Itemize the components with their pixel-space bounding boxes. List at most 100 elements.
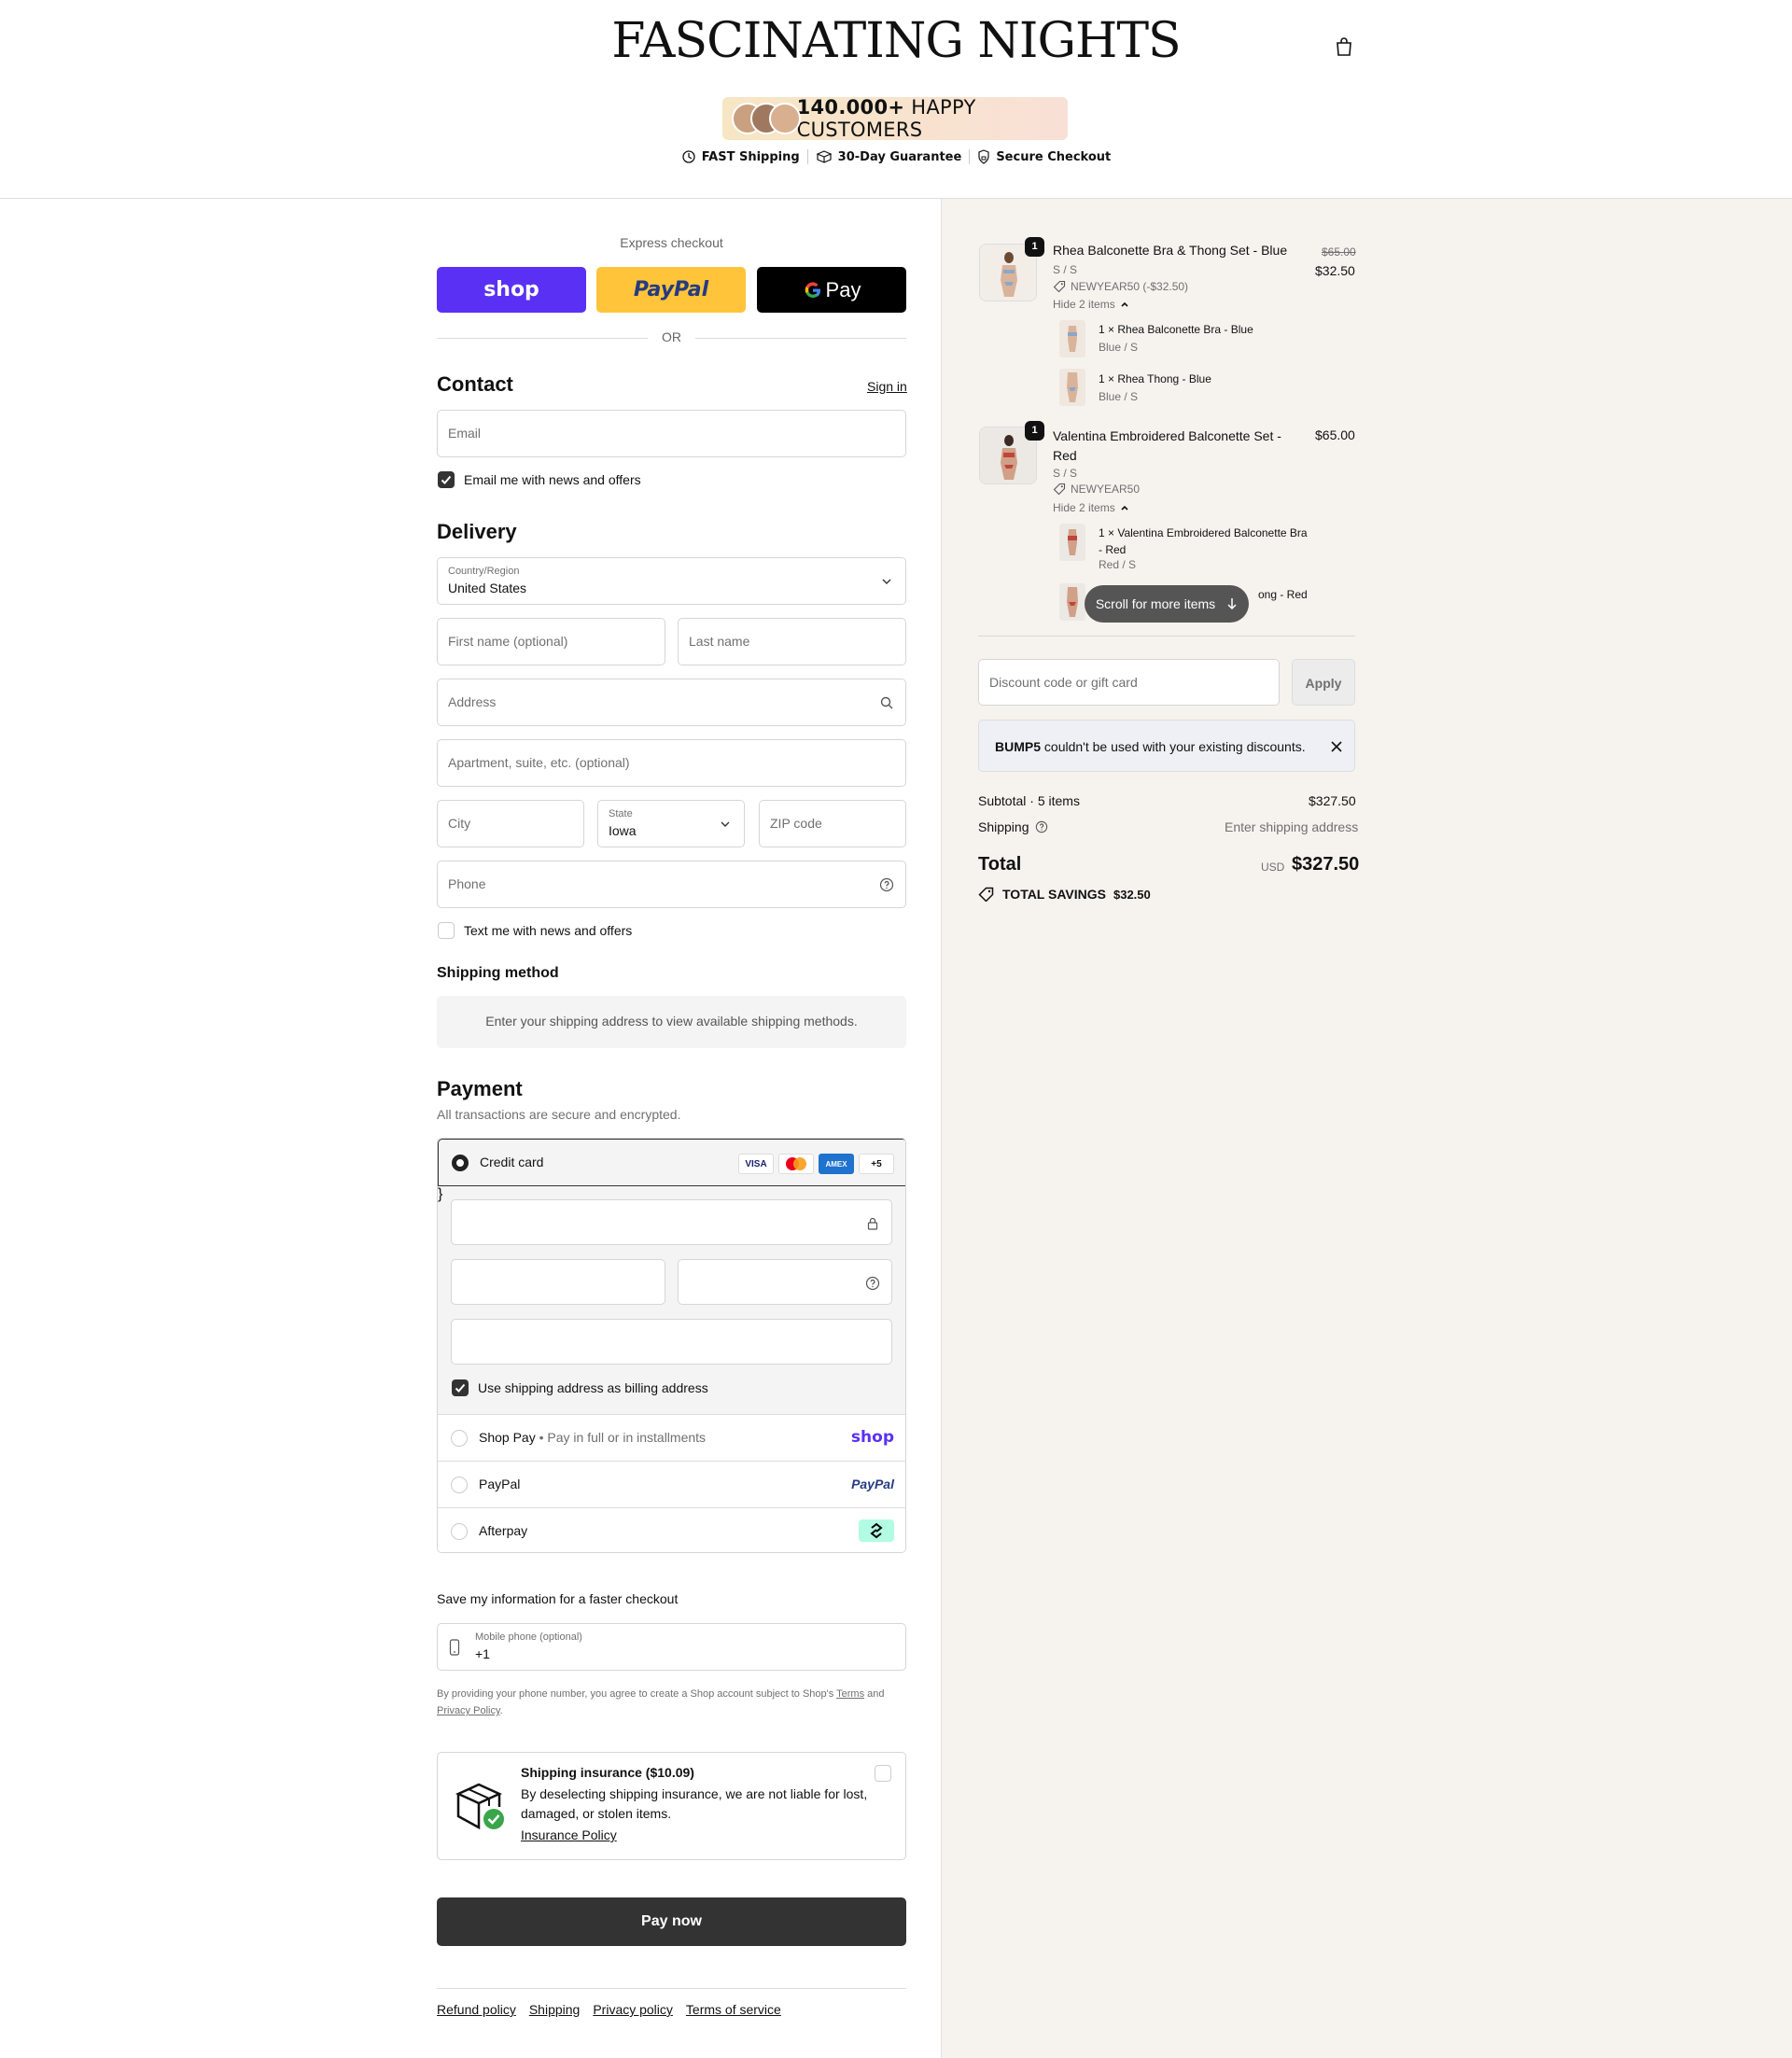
help-circle-icon[interactable] — [1035, 820, 1048, 833]
email-field[interactable]: Email — [437, 410, 906, 457]
customers-text: 140.000+ HAPPY CUSTOMERS — [796, 96, 976, 141]
sub-item-image — [1059, 524, 1085, 561]
shop-logo: shop — [483, 278, 539, 301]
tag-icon — [978, 887, 994, 902]
terms-of-service-link[interactable]: Terms of service — [686, 2002, 781, 2017]
google-g-icon — [805, 281, 820, 298]
credit-card-radio[interactable] — [452, 1155, 469, 1171]
billing-address-checkbox[interactable] — [452, 1379, 469, 1396]
apartment-field[interactable]: Apartment, suite, etc. (optional) — [437, 739, 906, 787]
checkmark-icon — [441, 475, 452, 484]
google-pay-button[interactable]: Pay — [757, 267, 906, 313]
paypal-radio[interactable] — [451, 1477, 468, 1493]
item-name: Valentina Embroidered Balconette Set - R… — [1053, 428, 1281, 463]
item-variant: S / S — [1053, 467, 1078, 480]
trust-secure: Secure Checkout — [970, 149, 1118, 164]
shop-privacy-link[interactable]: Privacy Policy — [437, 1705, 500, 1716]
last-name-field[interactable]: Last name — [678, 618, 906, 665]
paypal-option[interactable]: PayPal PayPal — [438, 1462, 905, 1508]
refund-policy-link[interactable]: Refund policy — [437, 2002, 516, 2017]
afterpay-option[interactable]: Afterpay — [438, 1508, 905, 1552]
mobile-phone-icon — [449, 1639, 460, 1656]
text-news-checkbox[interactable] — [438, 922, 455, 939]
item-name: Rhea Balconette Bra & Thong Set - Blue — [1053, 243, 1288, 258]
item-price: $32.50 — [1315, 263, 1355, 278]
afterpay-radio[interactable] — [451, 1523, 468, 1540]
more-cards-badge: +5 — [859, 1154, 894, 1174]
subtotal-label: Subtotal · 5 items — [978, 793, 1080, 808]
sub-item-name: 1 × Rhea Balconette Bra - Blue — [1099, 323, 1253, 336]
expiration-field[interactable] — [451, 1259, 665, 1305]
state-select[interactable]: State Iowa — [597, 800, 745, 847]
total-label: Total — [978, 854, 1022, 875]
shipping-label: Shipping — [978, 819, 1048, 834]
sub-item-image — [1059, 369, 1085, 406]
customer-avatars — [732, 101, 801, 136]
visa-icon: VISA — [738, 1154, 774, 1174]
arrow-down-icon — [1227, 598, 1237, 610]
shop-pay-radio[interactable] — [451, 1430, 468, 1447]
discount-code-field[interactable]: Discount code or gift card — [978, 659, 1280, 706]
lock-icon — [867, 1217, 878, 1230]
name-on-card-field[interactable] — [451, 1319, 892, 1365]
shop-terms-link[interactable]: Terms — [836, 1688, 864, 1700]
express-checkout-label: Express checkout — [620, 235, 723, 250]
first-name-field[interactable]: First name (optional) — [437, 618, 665, 665]
chevron-up-icon — [1121, 301, 1128, 307]
avatar — [769, 103, 801, 134]
sub-item-image — [1059, 583, 1085, 621]
scroll-more-button[interactable]: Scroll for more items — [1085, 585, 1249, 623]
sub-item-variant: Blue / S — [1099, 341, 1139, 354]
shop-pay-option[interactable]: Shop Pay • Pay in full or in installment… — [438, 1415, 905, 1462]
text-news-label: Text me with news and offers — [464, 923, 633, 938]
shop-pay-label: Shop Pay • Pay in full or in installment… — [479, 1430, 707, 1445]
shipping-method-message: Enter your shipping address to view avai… — [437, 996, 906, 1048]
city-field[interactable]: City — [437, 800, 584, 847]
shop-pay-button[interactable]: shop — [437, 267, 586, 313]
address-field[interactable]: Address — [437, 679, 906, 726]
original-price: $65.00 — [1322, 245, 1356, 259]
sign-in-link[interactable]: Sign in — [867, 379, 907, 394]
insurance-checkbox[interactable] — [875, 1765, 891, 1782]
afterpay-label: Afterpay — [479, 1523, 528, 1538]
apply-discount-button[interactable]: Apply — [1292, 659, 1355, 706]
credit-card-option[interactable]: Credit card VISA AMEX +5 — [438, 1139, 905, 1186]
email-news-checkbox[interactable] — [438, 471, 455, 488]
help-circle-icon[interactable] — [879, 877, 894, 892]
country-select[interactable]: Country/Region United States — [437, 557, 906, 605]
sub-item-name: 1 × Rhea Thong - Blue — [1099, 372, 1211, 385]
clock-icon — [682, 150, 695, 163]
item-price: $65.00 — [1315, 427, 1355, 442]
insurance-title: Shipping insurance ($10.09) — [521, 1765, 694, 1780]
or-label: OR — [662, 329, 681, 344]
card-number-field[interactable] — [451, 1199, 892, 1245]
hide-items-toggle[interactable]: Hide 2 items — [1053, 501, 1130, 514]
phone-field[interactable]: Phone — [437, 861, 906, 908]
privacy-policy-link[interactable]: Privacy policy — [593, 2002, 673, 2017]
chevron-down-icon — [721, 821, 730, 827]
search-icon — [880, 696, 893, 709]
footer-links: Refund policy Shipping Privacy policy Te… — [437, 1988, 906, 2017]
hide-items-toggle[interactable]: Hide 2 items — [1053, 298, 1130, 311]
mobile-phone-field[interactable]: Mobile phone (optional) +1 — [437, 1623, 906, 1671]
security-code-field[interactable] — [678, 1259, 892, 1305]
afterpay-arrows-icon — [870, 1522, 883, 1539]
discount-notice: BUMP5 couldn't be used with your existin… — [978, 720, 1355, 772]
shipping-method-title: Shipping method — [437, 965, 559, 981]
sub-item-image — [1059, 320, 1085, 357]
close-icon[interactable] — [1330, 740, 1343, 753]
zip-field[interactable]: ZIP code — [759, 800, 906, 847]
billing-address-label: Use shipping address as billing address — [478, 1380, 708, 1395]
shopping-bag-icon[interactable] — [1333, 35, 1355, 58]
paypal-button[interactable]: PayPal — [596, 267, 746, 313]
help-circle-icon[interactable] — [865, 1276, 880, 1291]
brand-logo[interactable]: FASCINATING NIGHTS — [0, 13, 1792, 69]
customers-banner: 140.000+ HAPPY CUSTOMERS — [722, 96, 1068, 141]
payment-options: Credit card VISA AMEX +5 Use shipping ad… — [437, 1138, 906, 1553]
credit-card-form: Use shipping address as billing address … — [438, 1186, 905, 1415]
trust-guarantee: 30-Day Guarantee — [808, 149, 971, 164]
pay-now-button[interactable]: Pay now — [437, 1897, 906, 1946]
afterpay-logo — [859, 1519, 894, 1542]
shipping-policy-link[interactable]: Shipping — [529, 2002, 581, 2017]
insurance-policy-link[interactable]: Insurance Policy — [521, 1827, 617, 1842]
